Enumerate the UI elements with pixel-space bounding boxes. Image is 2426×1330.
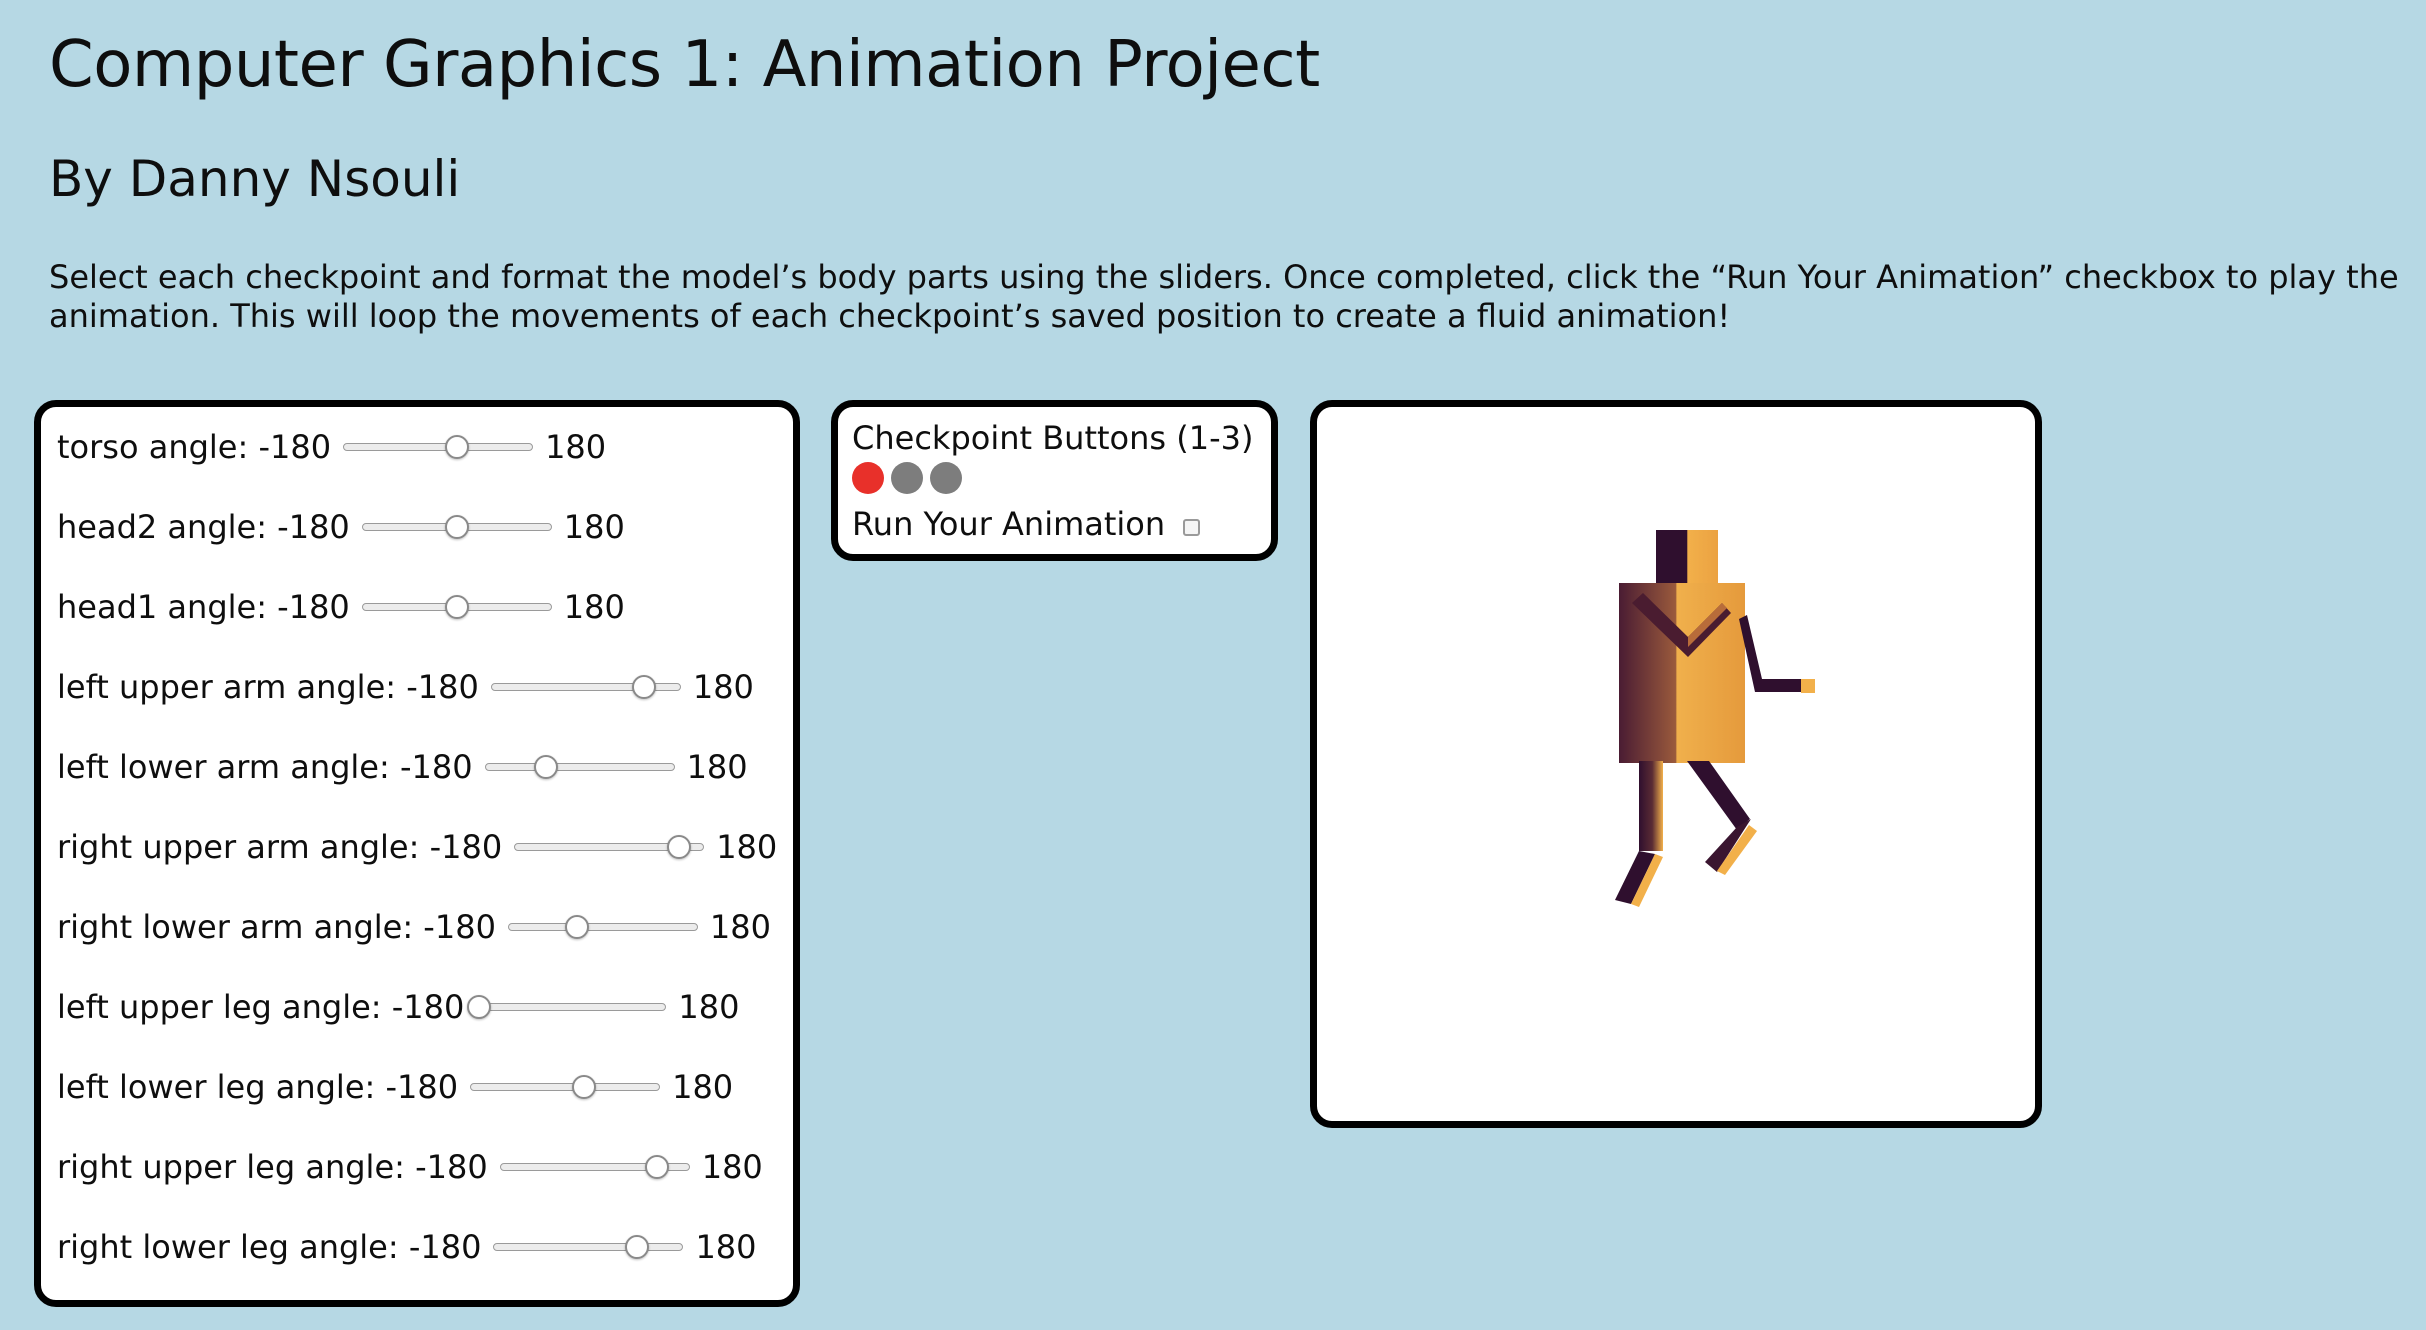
run-animation-checkbox[interactable]	[1183, 518, 1201, 536]
slider-label-left-lower-leg: left lower leg angle: -180	[57, 1068, 459, 1106]
slider-max-label: 180	[695, 1228, 757, 1266]
slider-max-label: 180	[692, 668, 754, 706]
right-upper-leg-angle-slider[interactable]	[499, 1155, 690, 1179]
slider-max-label: 180	[563, 588, 625, 626]
slider-row-left-upper-arm: left upper arm angle: -180 180	[57, 667, 754, 707]
left-upper-arm-angle-slider[interactable]	[490, 675, 681, 699]
slider-row-left-upper-leg: left upper leg angle: -180 180	[57, 987, 739, 1027]
left-lower-leg-angle-slider[interactable]	[470, 1075, 661, 1099]
slider-max-label: 180	[563, 508, 625, 546]
slider-label-left-lower-arm: left lower arm angle: -180	[57, 748, 473, 786]
run-animation-label: Run Your Animation	[852, 505, 1166, 543]
sliders-panel: torso angle: -180 180 head2 angle: -180 …	[34, 400, 800, 1307]
instructions-text: Select each checkpoint and format the mo…	[49, 258, 2399, 335]
slider-thumb[interactable]	[632, 675, 657, 699]
animation-canvas-panel	[1310, 400, 2042, 1128]
checkpoint-button-3[interactable]	[930, 462, 962, 494]
slider-thumb[interactable]	[444, 515, 469, 539]
slider-label-right-upper-arm: right upper arm angle: -180	[57, 828, 503, 866]
slider-max-label: 180	[701, 1148, 763, 1186]
slider-thumb[interactable]	[444, 595, 469, 619]
head2-angle-slider[interactable]	[361, 515, 552, 539]
model-left-upper-leg	[1639, 761, 1663, 851]
slider-thumb[interactable]	[571, 1075, 596, 1099]
right-lower-arm-angle-slider[interactable]	[507, 915, 698, 939]
slider-thumb[interactable]	[666, 835, 691, 859]
checkpoint-button-2[interactable]	[891, 462, 923, 494]
slider-max-label: 180	[686, 748, 748, 786]
slider-label-right-upper-leg: right upper leg angle: -180	[57, 1148, 488, 1186]
page-subtitle: By Danny Nsouli	[49, 150, 461, 208]
slider-label-torso: torso angle: -180	[57, 428, 332, 466]
slider-label-left-upper-leg: left upper leg angle: -180	[57, 988, 465, 1026]
slider-label-head1: head1 angle: -180	[57, 588, 350, 626]
slider-max-label: 180	[678, 988, 740, 1026]
checkpoint-title: Checkpoint Buttons (1-3)	[852, 419, 1254, 457]
slider-row-head1: head1 angle: -180 180	[57, 587, 625, 627]
slider-thumb[interactable]	[625, 1235, 650, 1259]
slider-label-right-lower-arm: right lower arm angle: -180	[57, 908, 496, 946]
torso-angle-slider[interactable]	[343, 435, 534, 459]
slider-thumb[interactable]	[644, 1155, 669, 1179]
slider-row-right-upper-arm: right upper arm angle: -180 180	[57, 827, 777, 867]
animation-canvas	[1615, 530, 1815, 907]
slider-row-right-upper-leg: right upper leg angle: -180 180	[57, 1147, 763, 1187]
left-lower-arm-angle-slider[interactable]	[484, 755, 675, 779]
slider-row-head2: head2 angle: -180 180	[57, 507, 625, 547]
slider-row-left-lower-leg: left lower leg angle: -180 180	[57, 1067, 733, 1107]
slider-thumb[interactable]	[467, 995, 492, 1019]
slider-label-right-lower-leg: right lower leg angle: -180	[57, 1228, 482, 1266]
model-right-arm	[1739, 615, 1807, 692]
model-head	[1656, 530, 1718, 587]
slider-label-left-upper-arm: left upper arm angle: -180	[57, 668, 479, 706]
right-upper-arm-angle-slider[interactable]	[514, 835, 705, 859]
slider-max-label: 180	[672, 1068, 734, 1106]
slider-row-right-lower-leg: right lower leg angle: -180 180	[57, 1227, 757, 1267]
slider-row-left-lower-arm: left lower arm angle: -180 180	[57, 747, 748, 787]
slider-label-head2: head2 angle: -180	[57, 508, 350, 546]
slider-thumb[interactable]	[444, 435, 469, 459]
slider-row-right-lower-arm: right lower arm angle: -180 180	[57, 907, 771, 947]
model-right-hand	[1801, 679, 1815, 693]
model-right-upper-leg	[1687, 761, 1750, 830]
run-animation-row: Run Your Animation	[852, 505, 1201, 543]
page-title: Computer Graphics 1: Animation Project	[49, 28, 1320, 102]
slider-max-label: 180	[545, 428, 607, 466]
slider-thumb[interactable]	[564, 915, 589, 939]
slider-thumb[interactable]	[533, 755, 558, 779]
left-upper-leg-angle-slider[interactable]	[467, 995, 667, 1019]
head1-angle-slider[interactable]	[361, 595, 552, 619]
slider-max-label: 180	[709, 908, 771, 946]
checkpoint-panel: Checkpoint Buttons (1-3) Run Your Animat…	[831, 400, 1278, 561]
slider-row-torso: torso angle: -180 180	[57, 427, 606, 467]
right-lower-leg-angle-slider[interactable]	[493, 1235, 684, 1259]
checkpoint-button-1[interactable]	[852, 462, 884, 494]
checkpoint-buttons	[852, 462, 969, 494]
slider-max-label: 180	[716, 828, 778, 866]
